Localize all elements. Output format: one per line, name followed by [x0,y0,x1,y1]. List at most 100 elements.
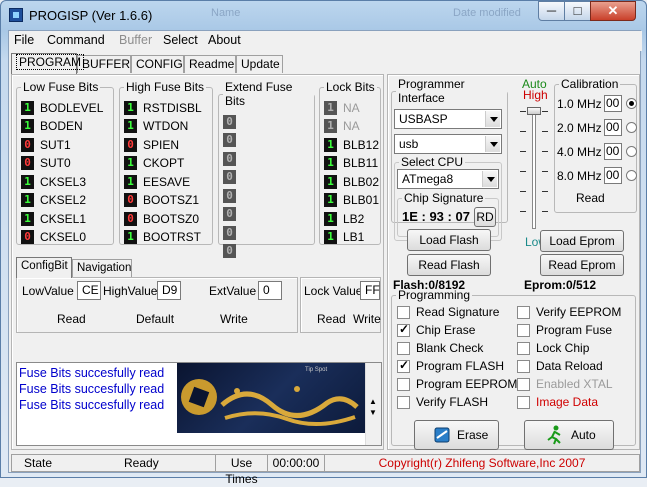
option-blank-check[interactable]: Blank Check [397,340,483,356]
fuse-bit-toggle[interactable]: 1 [324,211,337,226]
chevron-down-icon[interactable] [485,136,500,152]
lock-bit-row[interactable]: 1 LB2 [324,211,364,226]
menu-about[interactable]: About [208,33,241,47]
fuse-bit-toggle[interactable]: 0 [223,244,236,258]
option-verify-flash[interactable]: Verify FLASH [397,394,488,410]
chevron-down-icon[interactable] [482,171,497,187]
load-flash-button[interactable]: Load Flash [407,229,491,251]
checkbox[interactable] [517,377,530,391]
high-bit-row[interactable]: 1 CKOPT [124,156,184,171]
lock-read-button[interactable]: Read [317,312,346,326]
tab-config[interactable]: CONFIG [131,55,184,73]
tab-program[interactable]: PROGRAM [11,53,85,74]
low-bit-row[interactable]: 1 CKSEL2 [21,193,86,208]
menu-buffer[interactable]: Buffer [119,33,152,47]
read-eprom-button[interactable]: Read Eprom [540,254,624,276]
option-chip-erase[interactable]: Chip Erase [397,322,475,338]
fuse-bit-toggle[interactable]: 0 [21,156,34,170]
low-bit-row[interactable]: 1 CKSEL1 [21,211,86,226]
lock-bit-row[interactable]: 1 BLB11 [324,156,378,171]
option-read-signature[interactable]: Read Signature [397,304,499,320]
extend-bit-row[interactable]: 0 [223,207,242,222]
low-bit-row[interactable]: 1 CKSEL3 [21,174,86,189]
low-value-field[interactable]: CE [77,281,101,300]
calibration-value-field[interactable]: 00 [604,143,622,160]
extend-bit-row[interactable]: 0 [223,114,242,129]
menu-file[interactable]: File [14,33,34,47]
checkbox[interactable] [517,359,530,373]
fuse-bit-toggle[interactable]: 1 [124,230,137,244]
lock-write-button[interactable]: Write [353,312,381,326]
fuse-bit-toggle[interactable]: 1 [124,100,137,115]
high-bit-row[interactable]: 0 BOOTSZ1 [124,193,199,208]
calibration-value-field[interactable]: 00 [604,167,622,184]
extend-bit-row[interactable]: 0 [223,188,242,203]
fuse-default-button[interactable]: Default [136,312,174,326]
load-eprom-button[interactable]: Load Eprom [540,230,624,252]
checkbox[interactable] [397,341,410,355]
fuse-bit-toggle[interactable]: 1 [324,137,337,152]
lock-bit-row[interactable]: 1 BLB12 [324,137,379,152]
checkbox[interactable] [517,341,530,355]
high-bit-row[interactable]: 0 SPIEN [124,137,179,152]
maximize-button[interactable]: □ [564,1,591,21]
lock-value-field[interactable]: FF [360,281,380,300]
calibration-radio[interactable] [626,122,637,133]
high-value-field[interactable]: D9 [157,281,181,300]
fuse-write-button[interactable]: Write [220,312,248,326]
fuse-bit-toggle[interactable]: 0 [223,188,236,203]
subtab-configbit[interactable]: ConfigBit [16,257,72,278]
lock-bit-row[interactable]: 1 LB1 [324,230,364,245]
calibration-value-field[interactable]: 00 [604,95,622,112]
checkbox[interactable] [397,305,410,319]
lock-bit-row[interactable]: 1 BLB01 [324,193,379,208]
option-program-eeprom[interactable]: Program EEPROM [397,376,517,392]
option-image-data[interactable]: Image Data [517,394,598,410]
read-flash-button[interactable]: Read Flash [407,254,491,276]
extend-bit-row[interactable]: 0 [223,225,242,240]
fuse-bit-toggle[interactable]: 0 [223,133,236,147]
tab-readme[interactable]: Readme [184,55,236,73]
extend-bit-row[interactable]: 0 [223,151,242,166]
scroll-up-icon[interactable]: ▲ [369,397,377,406]
menu-command[interactable]: Command [47,33,105,47]
low-bit-row[interactable]: 0 SUT1 [21,137,71,152]
fuse-bit-toggle[interactable]: 1 [124,119,137,133]
fuse-bit-toggle[interactable]: 0 [124,193,137,207]
fuse-bit-toggle[interactable]: 0 [223,151,236,166]
checkbox[interactable] [517,395,530,409]
tab-buffer[interactable]: BUFFER [77,55,131,73]
checkbox[interactable] [397,377,410,391]
high-bit-row[interactable]: 1 EESAVE [124,174,190,189]
extend-bit-row[interactable]: 0 [223,133,242,148]
slider-thumb[interactable] [527,107,541,115]
fuse-bit-toggle[interactable]: 1 [324,156,337,170]
low-bit-row[interactable]: 1 BODLEVEL [21,100,103,115]
fuse-bit-toggle[interactable]: 1 [21,174,34,189]
fuse-bit-toggle[interactable]: 1 [21,193,34,207]
low-bit-row[interactable]: 1 BODEN [21,119,83,134]
fuse-bit-toggle[interactable]: 1 [124,174,137,189]
menu-select[interactable]: Select [163,33,198,47]
calibration-radio[interactable] [626,170,637,181]
lock-bit-row[interactable]: 1 BLB02 [324,174,379,189]
high-bit-row[interactable]: 1 RSTDISBL [124,100,202,115]
low-bit-row[interactable]: 0 SUT0 [21,156,71,171]
fuse-bit-toggle[interactable]: 1 [324,174,337,189]
extend-bit-row[interactable]: 0 [223,244,242,259]
fuse-bit-toggle[interactable]: 1 [21,100,34,115]
option-data-reload[interactable]: Data Reload [517,358,603,374]
checkbox[interactable] [397,358,410,373]
title-bar[interactable]: PROGISP (Ver 1.6.6) Name Date modified ─… [1,1,646,29]
fuse-bit-toggle[interactable]: 0 [124,137,137,152]
option-verify-eeprom[interactable]: Verify EEPROM [517,304,621,320]
fuse-bit-toggle[interactable]: 1 [21,119,34,133]
minimize-button[interactable]: ─ [538,1,565,21]
interface-select[interactable]: USBASP [394,109,502,129]
read-signature-button[interactable]: RD [474,207,496,227]
log-scrollbar[interactable]: ▲ ▼ [365,363,381,445]
calibration-value-field[interactable]: 00 [604,119,622,136]
calibration-read-button[interactable]: Read [576,191,605,205]
low-bit-row[interactable]: 0 CKSEL0 [21,230,86,245]
close-button[interactable]: ✕ [590,1,636,21]
